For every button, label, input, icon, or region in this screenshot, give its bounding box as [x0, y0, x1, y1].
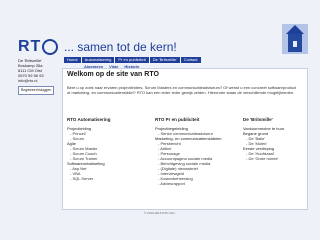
main-content: Welkom op de site van RTO Bent u op zoek… — [62, 68, 308, 210]
nav-home[interactable]: Home — [64, 57, 81, 63]
nav-britsmille[interactable]: De 'Britsmille' — [149, 57, 180, 63]
rto-logo: RT — [18, 38, 59, 56]
tagline: ... samen tot de kern! — [64, 40, 177, 54]
page: RT ... samen tot de kern! De 'Britsmille… — [0, 0, 320, 240]
tower-icon — [282, 24, 308, 54]
column-header: RTO Automatisering — [67, 117, 111, 122]
column-automatisering: RTO Automatisering Projectleiding Prince… — [67, 117, 141, 181]
address-block: De 'Britsmille' Boskamp 35a 8111 CM Olst… — [18, 58, 58, 83]
list-item[interactable]: Adviesrapport — [158, 181, 229, 186]
login-button[interactable]: Registreer/Inloggen — [18, 86, 54, 95]
nav-automatisering[interactable]: Automatisering — [81, 57, 115, 63]
nav-pr[interactable]: Pr en publiciteit — [115, 57, 149, 63]
page-title: Welkom op de site van RTO — [67, 71, 159, 78]
footer: © 2013-2016 RTO Olst — [144, 211, 175, 215]
email-link[interactable]: info@rto.nl — [18, 78, 58, 83]
column-header: De 'Britsmille' — [243, 117, 273, 122]
logo-text: RT — [18, 38, 42, 55]
list-item[interactable]: SQL Server — [70, 176, 141, 181]
column-pr: RTO Pr en publiciteit Projectbegeleiding… — [155, 117, 229, 186]
main-nav: Home Automatisering Pr en publiciteit De… — [64, 57, 201, 63]
logo-o — [42, 38, 59, 55]
intro-text: Bent u op zoek naar ervaren projectleide… — [67, 85, 297, 95]
list-item[interactable]: De 'Grote ruimte' — [246, 156, 317, 161]
column-header: RTO Pr en publiciteit — [155, 117, 200, 122]
column-britsmille: De 'Britsmille' Vankoornmolne te huur Be… — [243, 117, 317, 161]
nav-contact[interactable]: Contact — [180, 57, 201, 63]
